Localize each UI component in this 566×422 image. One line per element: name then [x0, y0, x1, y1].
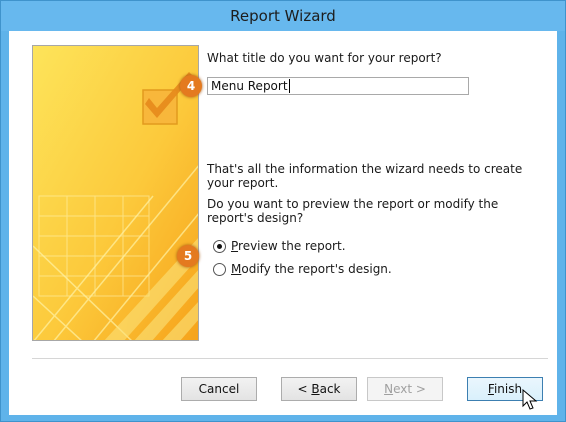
report-wizard-art [33, 46, 198, 340]
mouse-pointer-icon [522, 389, 538, 410]
step-badge-5: 5 [177, 245, 199, 267]
next-button[interactable]: Next > [367, 377, 443, 401]
report-title-input[interactable] [207, 77, 469, 95]
preview-report-option[interactable]: Preview the report. [213, 239, 346, 253]
button-separator [32, 358, 548, 359]
text-caret [289, 79, 290, 93]
info-text: That's all the information the wizard ne… [207, 162, 523, 190]
modify-label: Modify the report's design. [231, 262, 392, 276]
modify-design-option[interactable]: Modify the report's design. [213, 262, 392, 276]
preview-label: Preview the report. [231, 239, 346, 253]
title-prompt: What title do you want for your report? [207, 51, 442, 65]
back-button[interactable]: < Back [281, 377, 357, 401]
wizard-art-panel [32, 45, 199, 341]
modify-radio[interactable] [213, 262, 226, 276]
wizard-body: What title do you want for your report? … [9, 31, 557, 415]
cancel-button[interactable]: Cancel [181, 377, 257, 401]
title-bar[interactable]: Report Wizard [1, 1, 565, 31]
report-wizard-window: Report Wizard What title do you want for… [0, 0, 566, 422]
preview-radio[interactable] [213, 239, 226, 253]
question-text: Do you want to preview the report or mod… [207, 197, 499, 225]
window-title: Report Wizard [230, 7, 336, 25]
step-badge-4: 4 [180, 75, 202, 97]
